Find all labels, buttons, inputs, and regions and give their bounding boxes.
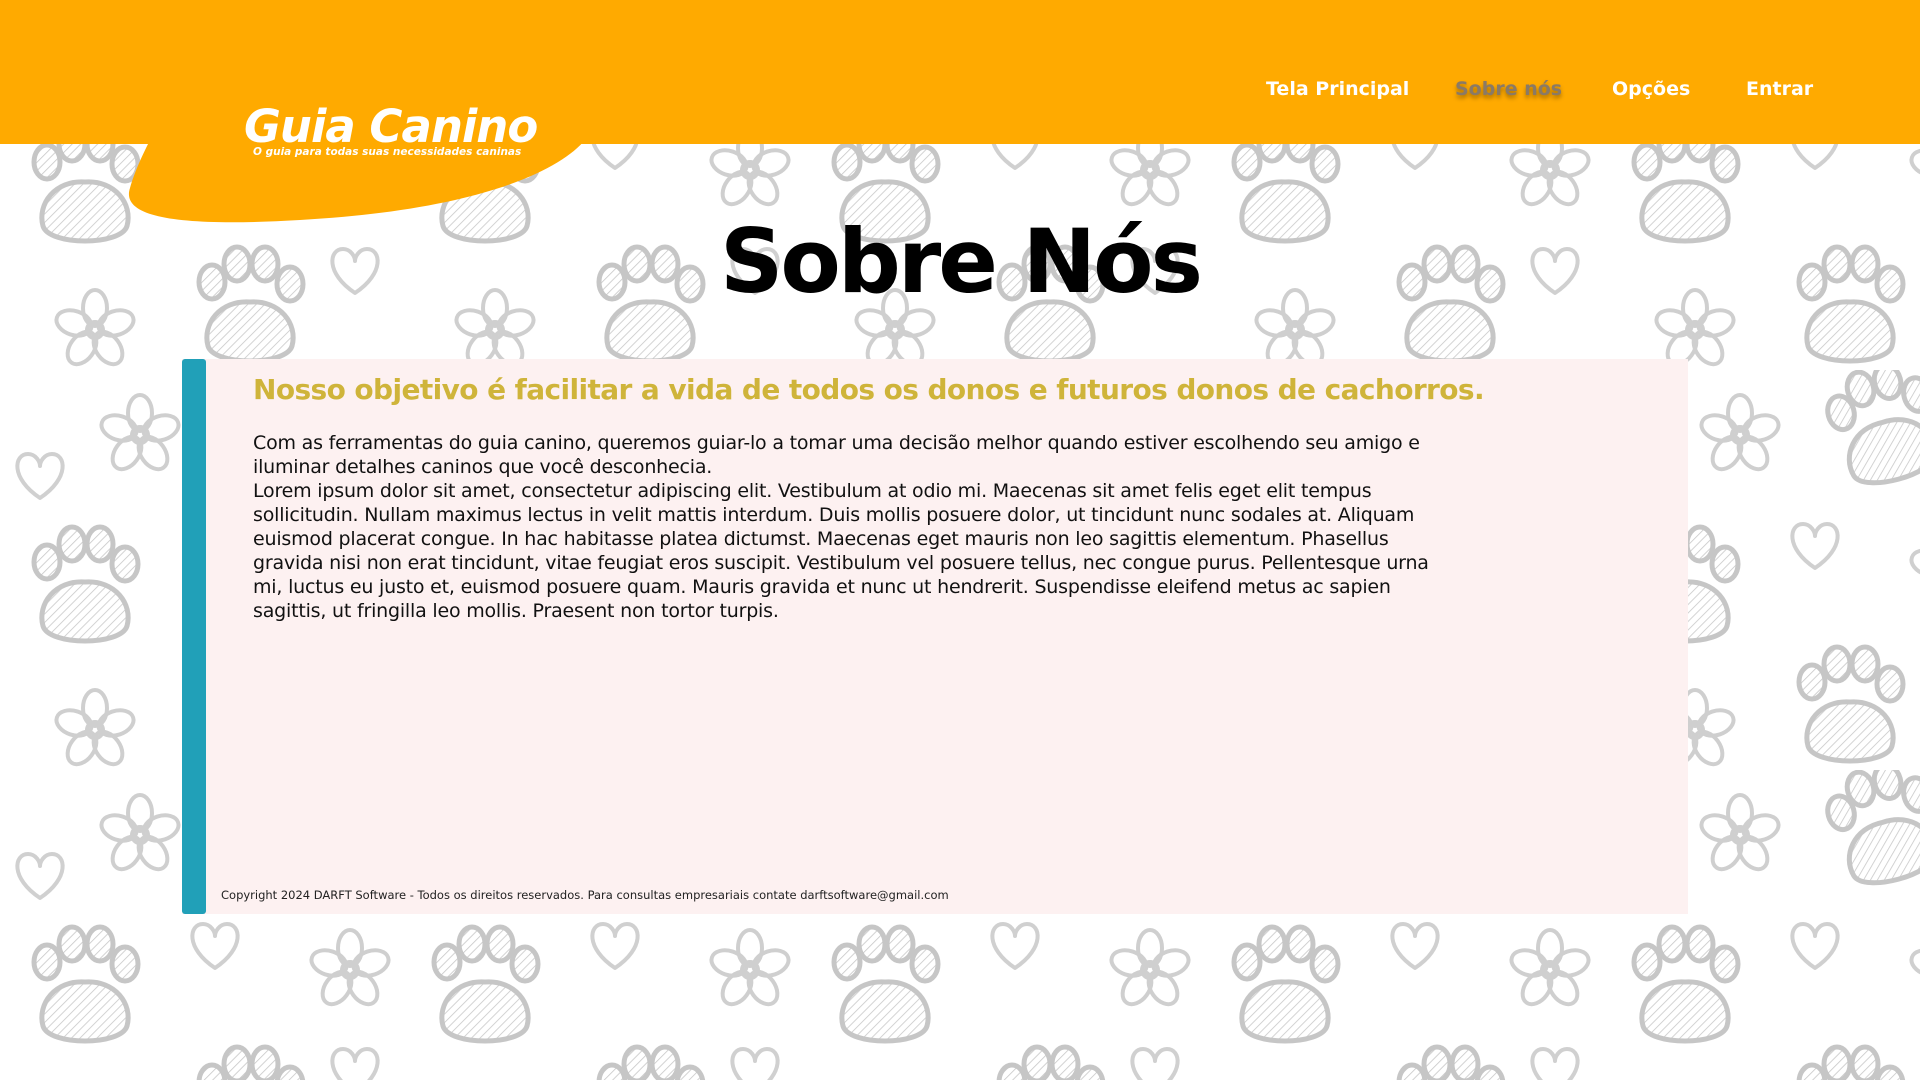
nav-item-sobre-nos[interactable]: Sobre nós	[1455, 78, 1562, 100]
card-paragraph-lorem: Lorem ipsum dolor sit amet, consectetur …	[253, 480, 1429, 622]
card-body: Com as ferramentas do guia canino, quere…	[253, 431, 1453, 623]
nav-item-tela-principal[interactable]: Tela Principal	[1266, 78, 1409, 100]
nav-item-entrar[interactable]: Entrar	[1746, 78, 1813, 100]
logo-subtitle: O guia para todas suas necessidades cani…	[253, 146, 522, 158]
main-nav: Tela Principal Sobre nós Opções Entrar	[0, 78, 1920, 108]
nav-item-opcoes[interactable]: Opções	[1612, 78, 1690, 100]
card-paragraph-intro: Com as ferramentas do guia canino, quere…	[253, 432, 1420, 478]
copyright-footer: Copyright 2024 DARFT Software - Todos os…	[221, 888, 949, 902]
card-heading: Nosso objetivo é facilitar a vida de tod…	[253, 373, 1485, 406]
page-title: Sobre Nós	[719, 210, 1203, 313]
card-accent-bar	[182, 359, 206, 914]
